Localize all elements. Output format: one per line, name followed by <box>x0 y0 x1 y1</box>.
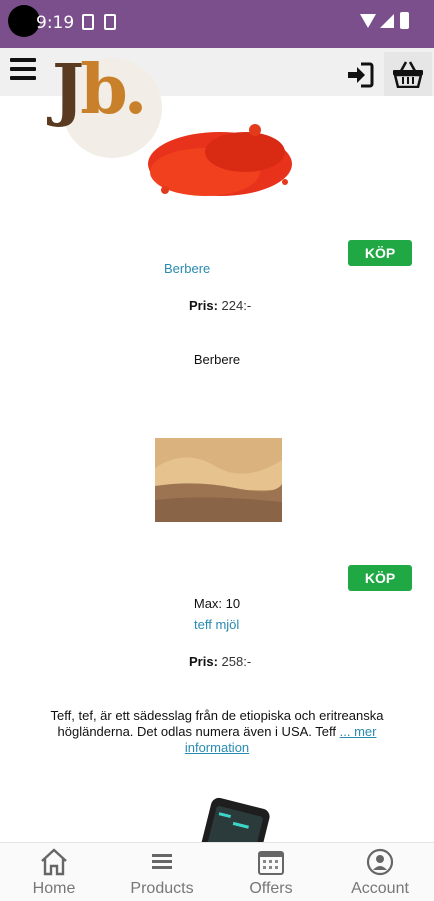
notification-icon <box>82 14 94 30</box>
buy-button[interactable]: KÖP <box>348 565 412 591</box>
nav-label: Products <box>130 880 194 897</box>
status-bar: 9:19 <box>0 0 434 48</box>
signal-icon <box>380 14 394 28</box>
shopping-basket-icon[interactable] <box>392 60 424 88</box>
status-time: 9:19 <box>36 13 75 33</box>
nav-home[interactable]: Home <box>0 843 108 901</box>
account-icon <box>366 848 394 876</box>
max-quantity: Max: 10 <box>193 596 241 611</box>
product-name-link[interactable]: teff mjöl <box>194 617 239 632</box>
nav-label: Home <box>32 880 76 897</box>
list-icon <box>152 854 172 869</box>
berbere-product-image[interactable] <box>135 112 300 207</box>
bottom-navigation: Home Products Offers Account <box>0 842 434 901</box>
calendar-icon <box>258 851 284 875</box>
nav-offers[interactable]: Offers <box>217 843 325 901</box>
nav-account[interactable]: Account <box>326 843 434 901</box>
nav-products[interactable]: Products <box>108 843 216 901</box>
home-icon <box>41 848 67 876</box>
product-description: Teff, tef, är ett sädesslag från de etio… <box>50 708 384 755</box>
battery-icon <box>400 12 409 29</box>
teff-product-image[interactable] <box>155 438 282 522</box>
logo[interactable]: Jb. <box>52 50 147 130</box>
nav-label: Account <box>351 880 409 897</box>
wifi-icon <box>360 14 376 28</box>
product-price: Pris: 258:- <box>189 654 252 669</box>
sim-icon <box>104 14 116 30</box>
product-price: Pris: 224:- <box>189 298 252 313</box>
login-arrow-icon[interactable] <box>346 62 374 88</box>
nav-label: Offers <box>249 880 293 897</box>
hamburger-menu-icon[interactable] <box>10 58 36 80</box>
buy-button[interactable]: KÖP <box>348 240 412 266</box>
product-description: Berbere <box>193 352 241 367</box>
product-name-link[interactable]: Berbere <box>164 261 210 276</box>
